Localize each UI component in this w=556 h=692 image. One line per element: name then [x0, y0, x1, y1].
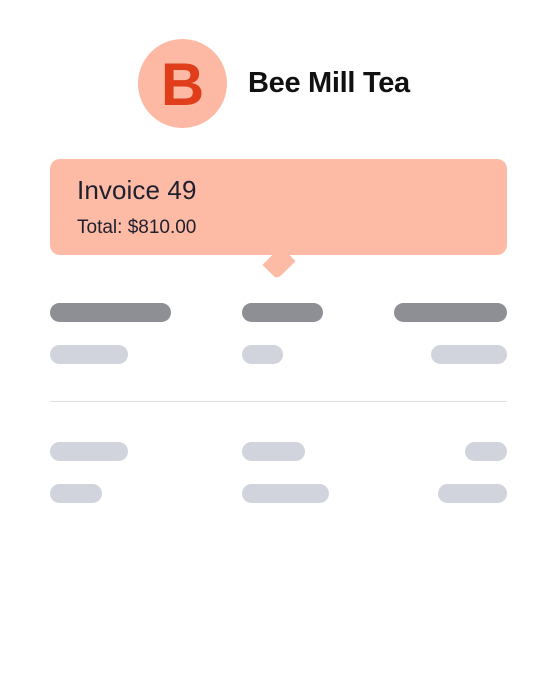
table-cell-placeholder: [50, 345, 128, 364]
company-avatar: B: [138, 39, 227, 128]
table-cell-placeholder: [431, 345, 507, 364]
table-cell-placeholder: [438, 484, 507, 503]
table-header-placeholder: [394, 303, 507, 322]
table-cell-placeholder: [242, 345, 283, 364]
table-cell-placeholder: [242, 442, 305, 461]
invoice-callout: Invoice 49 Total: $810.00: [50, 159, 507, 255]
company-header: B Bee Mill Tea: [138, 39, 410, 128]
company-name: Bee Mill Tea: [248, 67, 410, 99]
table-cell-placeholder: [50, 484, 102, 503]
table-cell-placeholder: [50, 442, 128, 461]
invoice-total: Total: $810.00: [77, 217, 197, 238]
table-header-placeholder: [50, 303, 171, 322]
table-cell-placeholder: [465, 442, 507, 461]
avatar-letter: B: [160, 50, 205, 118]
table-header-placeholder: [242, 303, 323, 322]
invoice-title: Invoice 49: [77, 175, 197, 205]
table-cell-placeholder: [242, 484, 329, 503]
table-divider: [50, 401, 507, 402]
